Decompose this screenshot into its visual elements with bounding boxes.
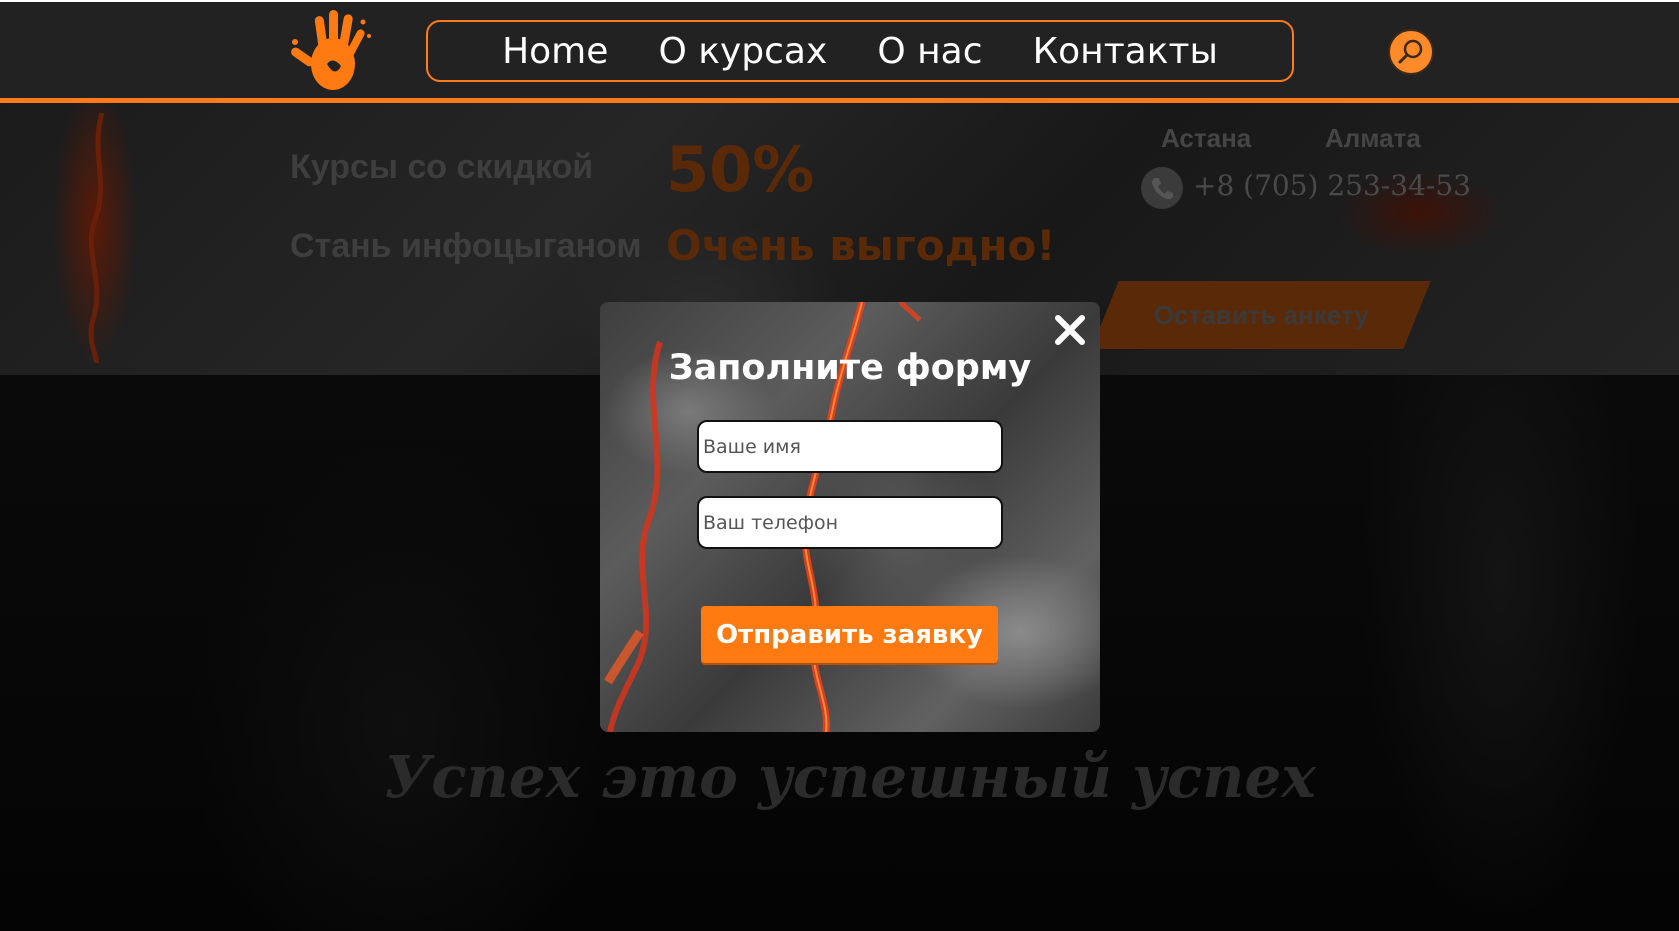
main-nav: Home О курсах О нас Контакты — [426, 20, 1294, 82]
nav-about-courses[interactable]: О курсах — [658, 31, 827, 72]
site-header: Home О курсах О нас Контакты — [0, 0, 1679, 103]
leave-form-button[interactable]: Оставить анкету — [1091, 281, 1431, 349]
phone-number[interactable]: +8 (705) 253-34-53 — [1193, 169, 1471, 202]
nav-contacts[interactable]: Контакты — [1033, 31, 1218, 72]
phone-input[interactable] — [697, 496, 1003, 549]
lava-decoration — [88, 113, 105, 363]
tagline-value: Очень выгодно! — [666, 221, 1056, 270]
discount-value: 50% — [666, 133, 815, 206]
search-icon — [1398, 39, 1423, 64]
nav-about-us[interactable]: О нас — [877, 31, 982, 72]
phone-icon — [1141, 167, 1183, 209]
name-input[interactable] — [697, 420, 1003, 473]
modal-title: Заполните форму — [668, 348, 1032, 388]
city-almaty[interactable]: Алмата — [1325, 123, 1421, 154]
slogan: Успех это успешный успех — [384, 743, 1316, 811]
nav-home[interactable]: Home — [502, 31, 608, 72]
search-button[interactable] — [1388, 29, 1434, 75]
close-icon — [1055, 315, 1085, 345]
tagline-label: Стань инфоцыганом — [290, 227, 642, 265]
orange-hand-icon[interactable] — [287, 6, 379, 96]
close-button[interactable] — [1050, 310, 1090, 350]
discount-label: Курсы со скидкой — [290, 148, 594, 186]
submit-button[interactable]: Отправить заявку — [701, 606, 998, 663]
leave-form-label: Оставить анкету — [1153, 299, 1369, 330]
city-astana[interactable]: Астана — [1161, 123, 1251, 154]
application-modal: Заполните форму Отправить заявку — [600, 302, 1100, 732]
